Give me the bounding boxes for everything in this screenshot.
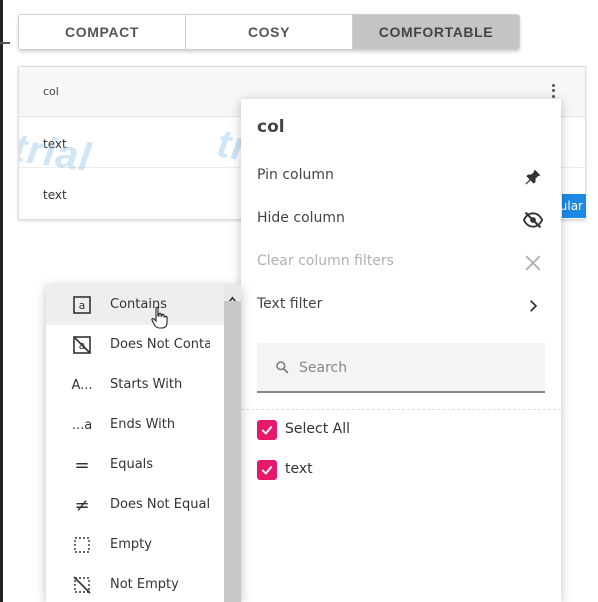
menu-divider: [241, 409, 561, 410]
not-empty-icon: [70, 575, 94, 595]
pin-icon: [521, 165, 545, 189]
filter-option-contains[interactable]: a Contains: [46, 285, 224, 325]
filter-option-starts-with[interactable]: A... Starts With: [46, 365, 224, 405]
filter-option-label: Equals: [110, 457, 154, 472]
menu-item-label: Clear column filters: [257, 253, 394, 269]
filter-option-equals[interactable]: = Equals: [46, 445, 224, 485]
filter-option-ends-with[interactable]: ...a Ends With: [46, 405, 224, 445]
menu-item-clear-filters[interactable]: Clear column filters: [241, 241, 561, 284]
filter-list-scrollbar[interactable]: [224, 285, 241, 602]
starts-with-icon: A...: [71, 377, 93, 393]
empty-icon: [70, 535, 94, 555]
value-checkbox[interactable]: [257, 460, 277, 480]
not-contains-icon: a: [70, 335, 94, 355]
menu-item-pin-column[interactable]: Pin column: [241, 155, 561, 198]
filter-type-list: a Contains a Does Not Contain A... Start…: [46, 285, 241, 602]
menu-item-label: Text filter: [257, 296, 323, 312]
column-menu-icon[interactable]: [549, 83, 557, 99]
menu-item-label: Pin column: [257, 167, 334, 183]
filter-option-label: Starts With: [110, 377, 183, 392]
filter-option-label: Not Empty: [110, 577, 179, 592]
search-icon: [275, 359, 289, 378]
grid-cell[interactable]: text: [43, 188, 67, 202]
filter-value-option[interactable]: text: [257, 459, 537, 483]
contains-icon: a: [70, 295, 94, 315]
window-left-edge: [0, 0, 3, 602]
filter-option-not-empty[interactable]: Not Empty: [46, 565, 224, 602]
filter-option-empty[interactable]: Empty: [46, 525, 224, 565]
trial-watermark: trial: [18, 125, 95, 181]
search-input[interactable]: Search: [257, 343, 545, 393]
density-toggle-group: COMPACT COSY COMFORTABLE: [18, 14, 520, 50]
edge-mark: [0, 42, 10, 44]
select-all-option[interactable]: Select All: [257, 419, 537, 443]
filter-option-not-contains[interactable]: a Does Not Contain: [46, 325, 224, 365]
menu-item-label: Hide column: [257, 210, 345, 226]
density-comfortable-button[interactable]: COMFORTABLE: [353, 15, 519, 49]
column-header-label[interactable]: col: [43, 85, 59, 98]
filter-option-label: Ends With: [110, 417, 176, 432]
chevron-right-icon: [521, 294, 545, 318]
ends-with-icon: ...a: [71, 417, 93, 433]
eye-off-icon: [521, 208, 545, 232]
hand-cursor-icon: [150, 306, 168, 334]
search-placeholder: Search: [299, 360, 348, 376]
filter-option-label: Does Not Equal: [110, 497, 210, 512]
menu-item-text-filter[interactable]: Text filter: [241, 284, 561, 327]
filter-option-not-equal[interactable]: ≠ Does Not Equal: [46, 485, 224, 525]
menu-item-hide-column[interactable]: Hide column: [241, 198, 561, 241]
equals-icon: =: [74, 454, 90, 476]
density-cosy-button[interactable]: COSY: [186, 15, 353, 49]
not-equal-icon: ≠: [74, 494, 90, 516]
column-menu-title: col: [257, 117, 285, 137]
select-all-checkbox[interactable]: [257, 420, 277, 440]
checkbox-label: Select All: [285, 421, 350, 437]
filter-option-label: Does Not Contain: [110, 337, 210, 352]
density-compact-button[interactable]: COMPACT: [19, 15, 186, 49]
filter-option-label: Empty: [110, 537, 152, 552]
side-tag[interactable]: ular: [562, 194, 586, 218]
column-menu: col Pin column Hide column Clear column …: [241, 99, 561, 602]
close-icon: [521, 251, 545, 275]
scrollbar-thumb[interactable]: [224, 301, 241, 602]
checkbox-label: text: [285, 461, 313, 477]
svg-text:a: a: [79, 299, 86, 312]
